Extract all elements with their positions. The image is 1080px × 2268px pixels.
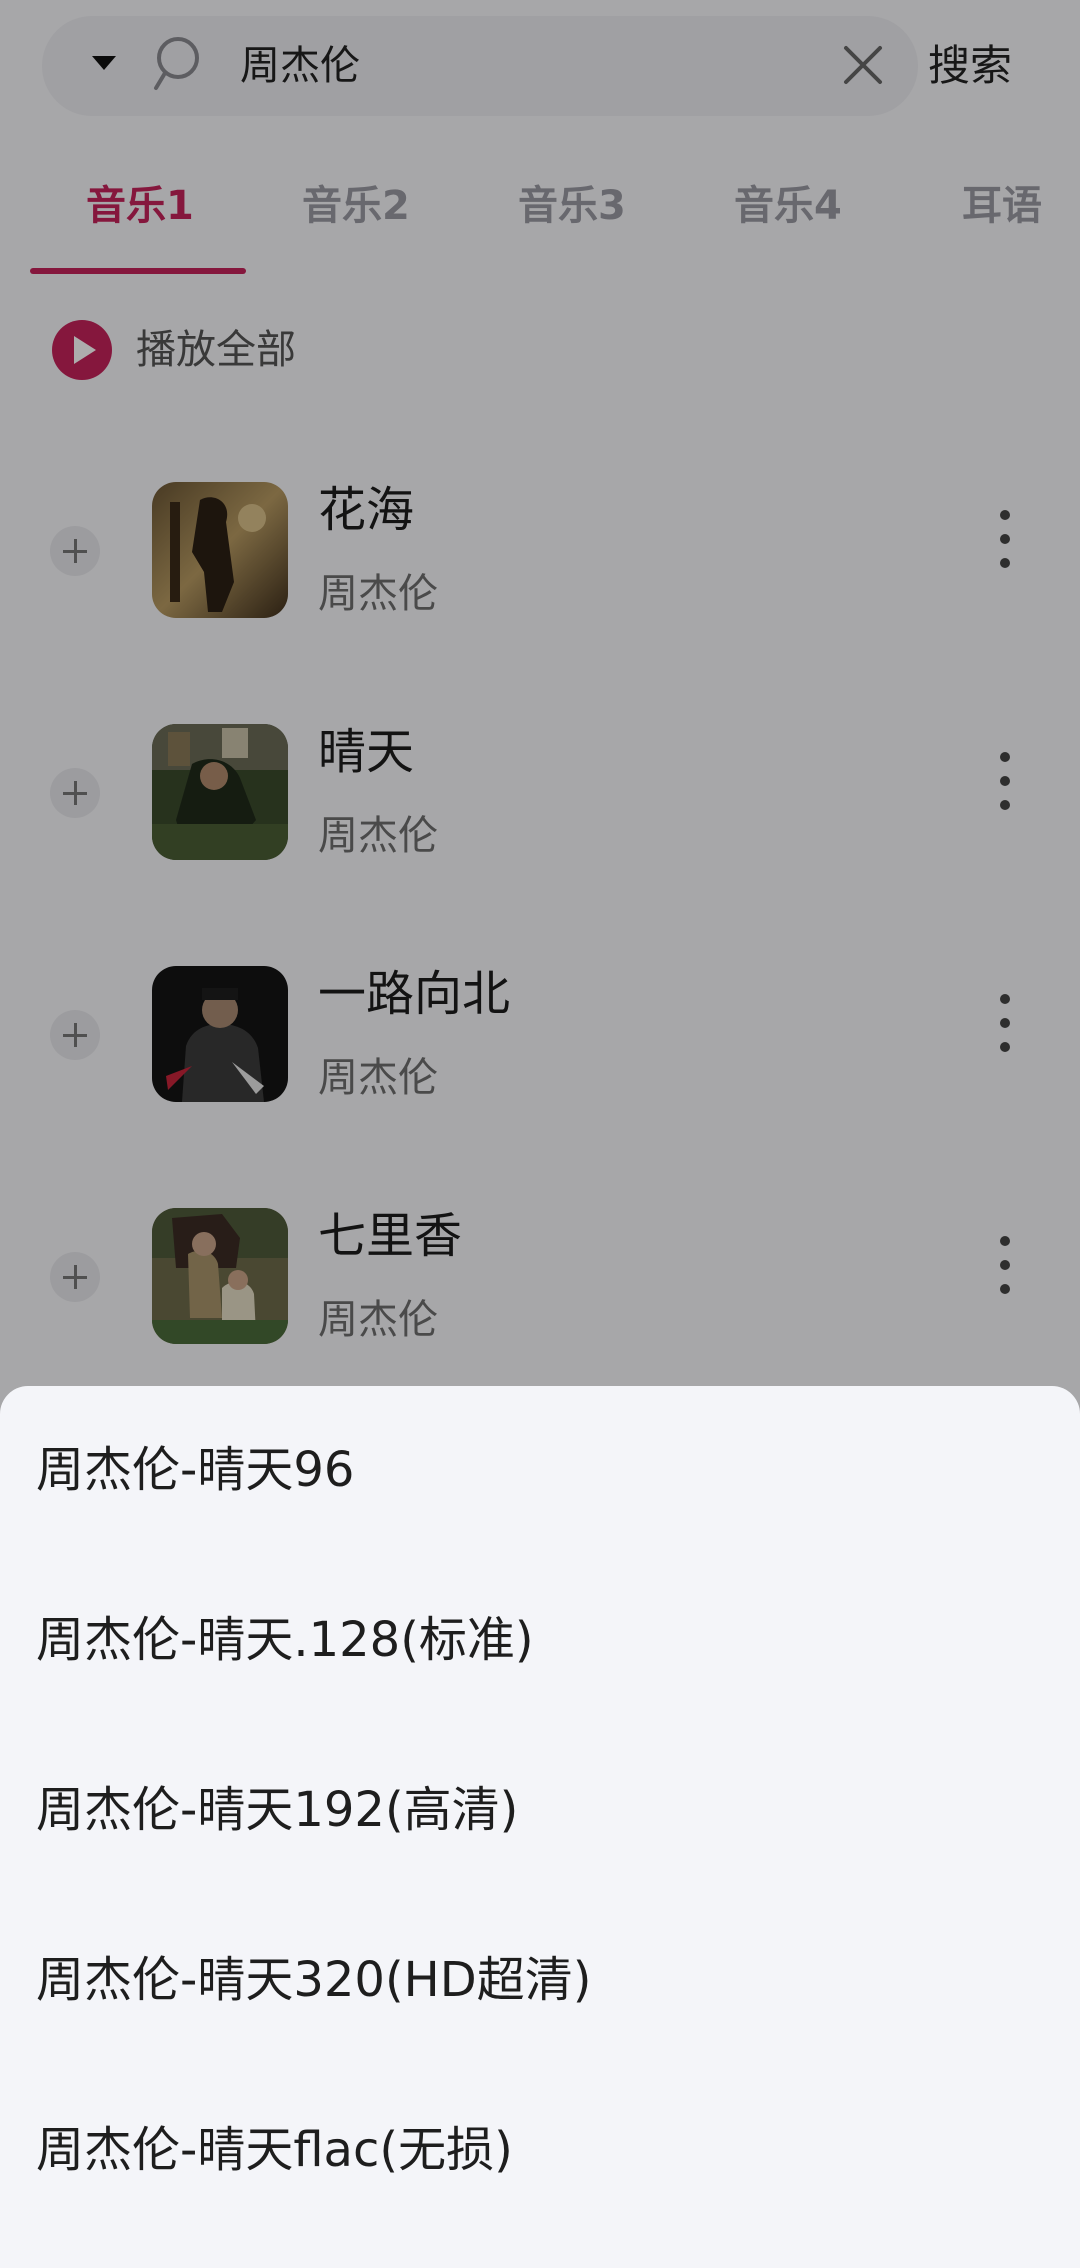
quality-bottom-sheet: 周杰伦-晴天96 周杰伦-晴天.128(标准) 周杰伦-晴天192(高清) 周杰… bbox=[0, 1386, 1080, 2268]
search-results-page: 周杰伦 搜索 音乐1 音乐2 音乐3 音乐4 耳语 播放全部 花海 周杰伦 晴天… bbox=[0, 0, 1080, 2268]
quality-option-96[interactable]: 周杰伦-晴天96 bbox=[36, 1438, 354, 1502]
quality-option-320[interactable]: 周杰伦-晴天320(HD超清) bbox=[36, 1948, 591, 2012]
quality-option-128[interactable]: 周杰伦-晴天.128(标准) bbox=[36, 1608, 534, 1672]
quality-option-flac[interactable]: 周杰伦-晴天flac(无损) bbox=[36, 2118, 513, 2182]
quality-option-192[interactable]: 周杰伦-晴天192(高清) bbox=[36, 1778, 518, 1842]
